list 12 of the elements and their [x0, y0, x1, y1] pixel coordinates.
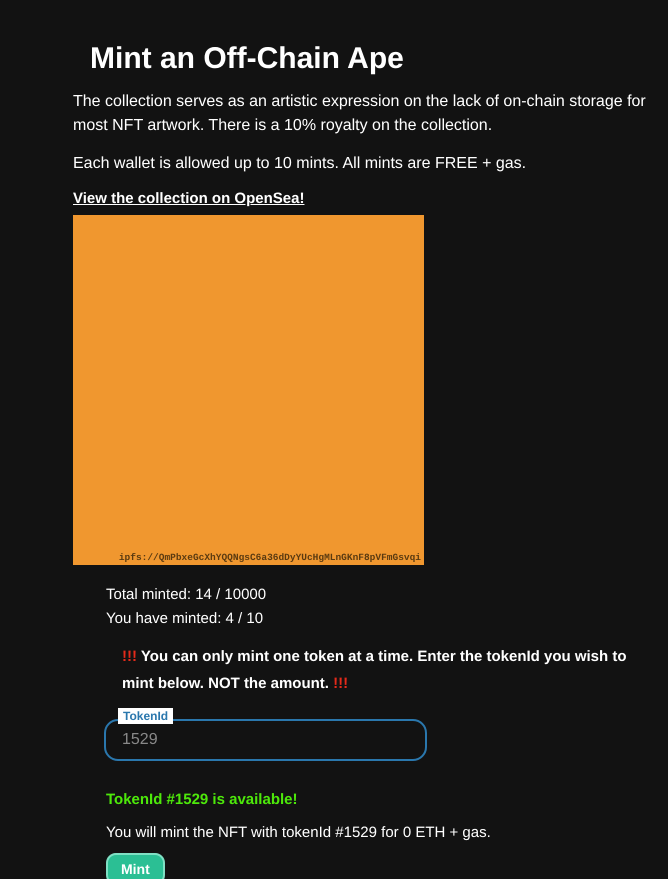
token-id-field[interactable]: 1529 — [104, 719, 427, 761]
mint-count-text: You have minted: 4 / 10 — [106, 609, 264, 629]
field-label: TokenId — [118, 708, 174, 724]
description-text: The collection serves as an artistic expression on the lack of on-chain storage for most NFT artwork. There is a 10% royalty on the collection. — [73, 92, 647, 136]
opensea-link[interactable]: View the collection on OpenSea! — [73, 190, 304, 207]
description-text: Each wallet is allowed up to 10 mints. All mints are FREE + gas. — [73, 154, 528, 174]
availability-message: TokenId #1529 is available! — [106, 791, 298, 808]
warning-text: !!! You can only mint one token at a time. Enter the tokenId you wish to mint below. NOT the amount. !!! — [122, 647, 628, 694]
ipfs-caption: ipfs://QmPbxeGcXhYQQNgsC6a36dDyYUcHgMLnGKnF8pVFmGsvqi — [118, 552, 422, 565]
mint-count-text: Total minted: 14 / 10000 — [106, 585, 268, 605]
mint-summary-text: You will mint the NFT with tokenId #1529 for 0 ETH + gas. — [106, 824, 492, 841]
page-title: Mint an Off-Chain Ape — [90, 42, 405, 76]
